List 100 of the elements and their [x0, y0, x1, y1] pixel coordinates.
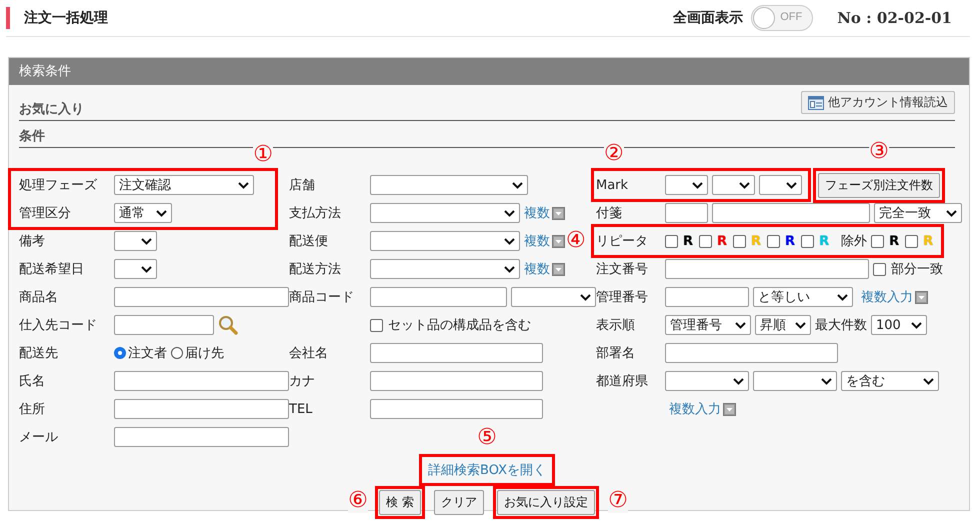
field-label: Mark — [596, 178, 630, 192]
input-field[interactable] — [712, 203, 870, 223]
callout-number: ⑥ — [348, 489, 368, 513]
callout-number: ⑦ — [608, 489, 628, 513]
dropdown[interactable]: 管理番号 — [665, 315, 751, 335]
checkbox-label: R — [683, 234, 694, 248]
chevron-icon — [733, 378, 744, 384]
checkbox[interactable] — [699, 234, 712, 248]
chevron-icon — [504, 266, 515, 272]
field-label: 配送先 — [19, 345, 59, 362]
form-icon — [808, 96, 824, 110]
dropdown[interactable]: と等しい — [753, 287, 853, 307]
panel-header: 検索条件 — [9, 58, 969, 85]
radio-button[interactable] — [171, 347, 183, 359]
dropdown[interactable]: を含む — [841, 371, 939, 391]
dropdown[interactable]: 100 — [871, 315, 927, 335]
expand-icon[interactable] — [723, 402, 736, 416]
checkbox-label: 部分一致 — [891, 261, 943, 278]
checkbox[interactable] — [733, 234, 746, 248]
dropdown[interactable] — [114, 259, 157, 279]
chevron-icon — [141, 266, 152, 272]
chevron-icon — [141, 238, 152, 244]
field-label: 付箋 — [596, 205, 623, 222]
field-label: 配送方法 — [289, 261, 342, 278]
checkbox[interactable] — [767, 234, 780, 248]
multiple-input-link[interactable]: 複数 — [524, 204, 550, 222]
field-label: 処理フェーズ — [19, 177, 98, 194]
chevron-icon — [837, 294, 848, 300]
fullscreen-label: 全画面表示 — [673, 9, 744, 27]
field-label: 商品名 — [19, 289, 59, 306]
field-label: TEL — [289, 402, 314, 416]
checkbox-label: セット品の構成品を含む — [388, 317, 531, 334]
detail-search-link[interactable]: 詳細検索BOXを開く — [428, 463, 546, 478]
dropdown[interactable] — [665, 175, 708, 195]
input-field[interactable] — [114, 427, 289, 447]
dropdown[interactable]: 昇順 — [755, 315, 811, 335]
chevron-icon — [692, 182, 703, 188]
input-field[interactable] — [114, 399, 289, 419]
chevron-icon — [786, 182, 797, 188]
dropdown[interactable] — [759, 175, 802, 195]
expand-icon[interactable] — [552, 262, 565, 276]
dropdown[interactable]: 注文確認 — [114, 175, 254, 195]
input-field[interactable] — [665, 343, 838, 363]
action-button[interactable]: クリア — [434, 490, 484, 515]
action-button[interactable]: お気に入り設定 — [496, 490, 595, 515]
input-field[interactable] — [114, 287, 289, 307]
chevron-icon — [739, 182, 750, 188]
field-label: 都道府県 — [596, 373, 649, 390]
dropdown[interactable]: 完全一致 — [874, 203, 962, 223]
checkbox[interactable] — [905, 234, 918, 248]
dropdown[interactable] — [712, 175, 755, 195]
field-label: メール — [19, 429, 59, 446]
action-button[interactable]: 検 索 — [379, 490, 421, 515]
checkbox[interactable] — [871, 234, 884, 248]
field-label: 配送便 — [289, 233, 329, 250]
phase-count-button[interactable]: フェーズ別注文件数 — [818, 172, 940, 198]
search-icon[interactable] — [218, 315, 238, 335]
checkbox[interactable] — [370, 318, 383, 332]
input-field[interactable] — [665, 287, 749, 307]
input-field[interactable] — [370, 287, 507, 307]
chevron-icon — [580, 294, 591, 300]
checkbox-label: R — [785, 234, 796, 248]
expand-icon[interactable] — [552, 234, 565, 248]
input-field[interactable] — [114, 315, 214, 335]
favorites-heading: お気に入り — [19, 100, 84, 118]
chevron-icon — [238, 182, 249, 188]
field-label: 最大件数 — [815, 317, 867, 334]
chevron-icon — [821, 378, 832, 384]
multiple-input-link[interactable]: 複数 — [524, 232, 550, 250]
checkbox[interactable] — [665, 234, 678, 248]
input-field[interactable] — [370, 399, 543, 419]
input-field[interactable] — [665, 259, 869, 279]
field-label: リピータ — [596, 233, 649, 250]
expand-icon[interactable] — [915, 290, 928, 304]
page-title: 注文一括処理 — [24, 9, 108, 27]
expand-icon[interactable] — [552, 206, 565, 220]
input-field[interactable] — [114, 371, 289, 391]
multiple-input-link[interactable]: 複数入力 — [669, 400, 721, 418]
input-field[interactable] — [665, 203, 708, 223]
input-field[interactable] — [370, 371, 543, 391]
field-label: 商品コード — [289, 289, 355, 306]
multiple-input-link[interactable]: 複数 — [524, 260, 550, 278]
field-label: 仕入先コード — [19, 317, 98, 334]
field-label: 住所 — [19, 401, 46, 418]
multiple-input-link[interactable]: 複数入力 — [861, 288, 913, 306]
dropdown[interactable]: 通常 — [114, 203, 172, 223]
radio-button[interactable] — [114, 347, 126, 359]
input-field[interactable] — [370, 343, 543, 363]
chevron-icon — [512, 182, 523, 188]
load-account-button[interactable]: 他アカウント情報読込 — [801, 91, 955, 114]
field-label: 表示順 — [596, 317, 636, 334]
radio-label: 注文者 — [128, 345, 167, 362]
checkbox-label: R — [751, 234, 762, 248]
checkbox[interactable] — [801, 234, 814, 248]
dropdown[interactable] — [114, 231, 157, 251]
field-label: 注文番号 — [596, 261, 649, 278]
checkbox-label: R — [819, 234, 830, 248]
checkbox[interactable] — [873, 262, 886, 276]
checkbox-label: R — [923, 234, 934, 248]
field-label: 備考 — [19, 233, 46, 250]
